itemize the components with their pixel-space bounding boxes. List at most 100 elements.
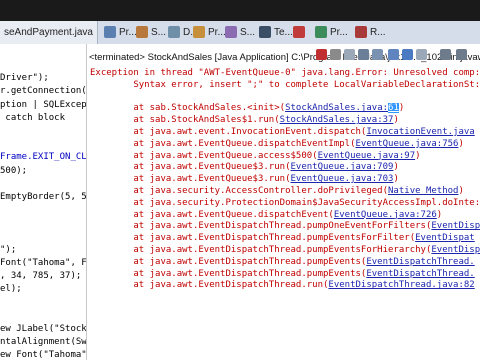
code-editor[interactable]: Driver"); r.getConnection(ption | SQLExce… (0, 44, 87, 360)
code-line: Font("Tahoma", Fon (0, 258, 87, 268)
console-line: at sab.StockAndSales.<init>(StockAndSale… (90, 103, 405, 114)
console-line: at java.awt.EventDispatchThread.pumpEven… (90, 233, 475, 244)
console-line: at java.awt.EventQueue.dispatchEvent(Eve… (90, 210, 442, 220)
selected-line-number[interactable]: 61 (388, 103, 399, 114)
console-line: at java.awt.EventDispatchThread.pumpEven… (90, 256, 474, 267)
console-line: at java.awt.EventQueue$3.run(EventQueue.… (90, 174, 399, 184)
console-text-suffix: ) (398, 103, 405, 114)
view-tab[interactable]: R... (352, 23, 390, 42)
console-line: at java.awt.event.InvocationEvent.dispat… (90, 127, 474, 137)
remote-icon (355, 26, 367, 38)
display-console-icon[interactable] (402, 49, 413, 60)
code-line: , 34, 785, 37); (0, 271, 82, 282)
pin-console-icon[interactable] (388, 49, 399, 60)
code-line: EmptyBorder(5, 5, (0, 192, 87, 202)
console-text: at sab.StockAndSales.<init>( (90, 103, 286, 114)
stacktrace-link[interactable]: StockAndSales.java: (285, 103, 388, 113)
open-console-icon[interactable] (416, 49, 427, 60)
remove-launch-icon[interactable] (330, 49, 341, 60)
console-line: at java.security.ProtectionDomain$JavaSe… (90, 198, 480, 208)
view-tab[interactable]: Pr... (312, 23, 352, 42)
minimize-icon[interactable] (440, 49, 451, 60)
snippets-icon (225, 26, 237, 38)
eclipse-window: seAndPayment.java Pr... S... D... Pr... S...… (0, 0, 480, 360)
stacktrace-link[interactable]: EventDispat (415, 233, 475, 243)
console-line: at java.awt.EventDispatchThread.run(Even… (90, 280, 474, 291)
console-text: at java.awt.EventQueue$3.run( (90, 162, 291, 173)
console-line: at sab.StockAndSales$1.run(StockAndSales… (90, 115, 399, 125)
stacktrace-link[interactable]: EventQueue.java:703 (290, 174, 393, 184)
console-text: at java.security.ProtectionDomain$JavaSe… (90, 197, 480, 208)
console-text: at java.awt.EventDispatchThread.pumpOneE… (90, 221, 432, 232)
console-text: at java.awt.EventDispatchThread.pumpEven… (90, 268, 367, 279)
stacktrace-link[interactable]: EventDispatchThread. (366, 257, 474, 267)
scroll-lock-icon[interactable] (358, 49, 369, 60)
terminate-icon[interactable] (316, 49, 327, 60)
console-view[interactable]: <terminated> StockAndSales [Java Applica… (87, 44, 480, 360)
code-line: ption | SQLExcept (0, 99, 87, 110)
view-tab-label: R... (370, 27, 386, 38)
console-line: at java.awt.EventDispatchThread.pumpOneE… (90, 221, 480, 231)
console-text-suffix: ) (458, 138, 464, 149)
data-icon (168, 26, 180, 38)
console-text: at java.awt.EventDispatchThread.pumpEven… (90, 233, 416, 244)
console-text: at sab.StockAndSales$1.run( (90, 115, 280, 126)
terminal-icon (259, 26, 271, 38)
stacktrace-link[interactable]: EventDisp (431, 221, 480, 231)
console-line: at java.awt.EventQueue$3.run(EventQueue.… (90, 162, 399, 172)
word-wrap-icon[interactable] (372, 49, 383, 60)
console-text-suffix: ) (415, 150, 421, 161)
console-line: at java.awt.EventDispatchThread.pumpEven… (90, 268, 474, 279)
properties-icon (193, 26, 205, 38)
console-text-suffix: ) (393, 174, 399, 185)
stacktrace-link[interactable]: EventQueue.java:97 (318, 151, 416, 161)
console-line: at java.awt.EventQueue.dispatchEventImpl… (90, 139, 464, 149)
maximize-icon[interactable] (456, 49, 467, 60)
code-line: ew Font("Tahoma", (0, 350, 87, 360)
console-text-suffix: ) (436, 209, 443, 220)
code-line: ntalAlignment(Swi (0, 337, 87, 348)
stacktrace-link[interactable]: EventDispatchThread. (366, 269, 474, 279)
view-tab[interactable] (290, 23, 312, 42)
console-text: at java.security.AccessController.doPriv… (90, 186, 389, 196)
console-line: at java.awt.EventDispatchThread.pumpEven… (90, 245, 480, 255)
view-tab-label: Pr... (330, 27, 348, 38)
console-text: at java.awt.EventQueue.dispatchEvent( (90, 209, 334, 220)
stacktrace-link[interactable]: EventQueue.java:756 (356, 139, 459, 149)
console-text: at java.awt.EventDispatchThread.pumpEven… (90, 256, 367, 267)
code-line: Frame.EXIT_ON_CLO (0, 152, 87, 163)
console-line: Exception in thread "AWT-EventQueue-0" j… (90, 68, 480, 78)
console-line: Syntax error, insert ";" to complete Loc… (90, 80, 480, 90)
stacktrace-link[interactable]: StockAndSales.java:37 (280, 115, 394, 125)
stacktrace-link[interactable]: EventDisp (431, 245, 480, 255)
code-line: "); (0, 244, 17, 255)
stacktrace-link[interactable]: EventQueue.java:726 (334, 210, 437, 220)
progress-icon (315, 26, 327, 38)
console-text: at java.awt.EventQueue$3.run( (90, 174, 291, 185)
remove-all-icon[interactable] (344, 49, 355, 60)
code-line: ew JLabel("Stock . (0, 324, 87, 334)
console-text: at java.awt.event.InvocationEvent.dispat… (90, 127, 367, 137)
project-icon (104, 26, 116, 38)
console-text-suffix: ) (393, 162, 399, 173)
console-text: Syntax error, insert ";" to complete Loc… (90, 79, 480, 90)
code-line: el); (0, 284, 22, 295)
stacktrace-link[interactable]: InvocationEvent.java (366, 127, 474, 137)
server-icon (136, 26, 148, 38)
console-text-suffix: ) (458, 186, 464, 196)
stacktrace-link[interactable]: EventQueue.java:709 (290, 162, 393, 172)
code-line: r.getConnection( (0, 86, 87, 97)
console-text: Exception in thread "AWT-EventQueue-0" j… (90, 68, 480, 78)
editor-tab[interactable]: seAndPayment.java (0, 21, 98, 44)
console-line: at java.security.AccessController.doPriv… (90, 186, 464, 196)
code-line: 500); (0, 165, 28, 176)
console-text: at java.awt.EventDispatchThread.pumpEven… (90, 245, 432, 255)
stacktrace-link[interactable]: Native Method (388, 186, 458, 196)
console-text: at java.awt.EventQueue.access$500( (90, 150, 318, 161)
top-frame (0, 0, 480, 21)
console-line: at java.awt.EventQueue.access$500(EventQ… (90, 150, 421, 161)
stacktrace-link[interactable]: EventDispatchThread.java:82 (328, 280, 474, 290)
problems-icon (293, 26, 305, 38)
console-text: at java.awt.EventDispatchThread.run( (90, 280, 329, 291)
view-tab[interactable]: S... (222, 23, 259, 42)
